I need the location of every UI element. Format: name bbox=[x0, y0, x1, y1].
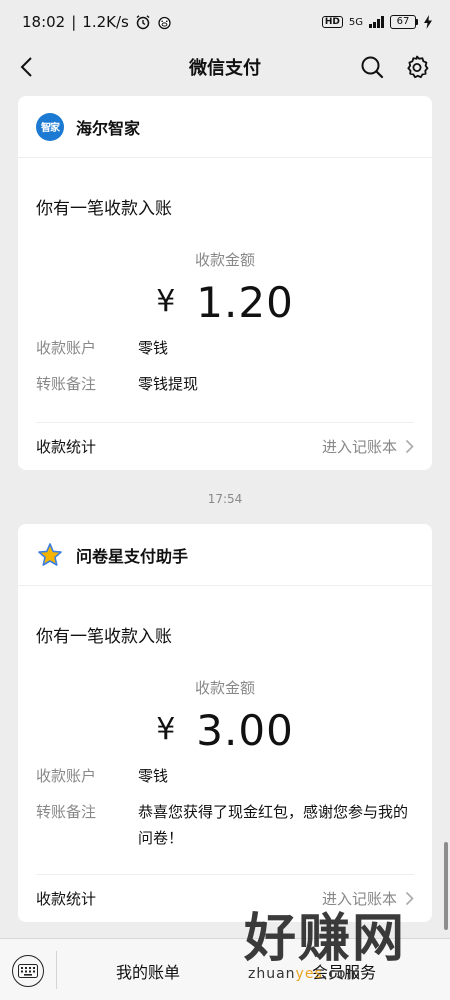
row-key: 转账备注 bbox=[36, 375, 97, 393]
notice-text: 你有一笔收款入账 bbox=[36, 199, 172, 219]
menu-my-bills[interactable]: 我的账单 bbox=[116, 959, 180, 983]
payment-card-2[interactable]: 问卷星支付助手 你有一笔收款入账 收款金额 ¥3.00 收款账户 零钱 转账备注… bbox=[18, 524, 432, 922]
amount-number: 1.20 bbox=[196, 278, 294, 327]
pig-icon bbox=[158, 16, 171, 29]
stats-label: 收款统计 bbox=[36, 890, 97, 908]
currency-symbol: ¥ bbox=[156, 712, 177, 747]
message-timestamp: 17:54 bbox=[207, 492, 243, 506]
chevron-right-icon bbox=[405, 891, 414, 906]
status-left: 18:02 | 1.2K/s bbox=[22, 13, 172, 31]
row-key: 收款账户 bbox=[36, 339, 97, 357]
row-value: 零钱提现 bbox=[138, 375, 199, 393]
status-bar: 18:02 | 1.2K/s HD 5G 67 bbox=[0, 0, 450, 44]
keyboard-button[interactable] bbox=[12, 955, 44, 987]
status-right: HD 5G 67 bbox=[321, 15, 432, 29]
search-icon bbox=[361, 56, 384, 79]
charging-icon bbox=[424, 15, 432, 29]
row-key: 收款账户 bbox=[36, 767, 97, 785]
row-value: 零钱 bbox=[138, 767, 169, 785]
network-type: 5G bbox=[348, 16, 363, 28]
status-time: 18:02 bbox=[22, 13, 66, 31]
detail-row: 转账备注 零钱提现 bbox=[36, 371, 414, 397]
haier-logo-icon: 智家 bbox=[36, 112, 64, 141]
app-name: 海尔智家 bbox=[76, 118, 141, 138]
scrollbar[interactable] bbox=[444, 842, 448, 930]
status-divider: | bbox=[71, 13, 77, 31]
amount-label: 收款金额 bbox=[194, 679, 255, 697]
app-name: 问卷星支付助手 bbox=[76, 546, 189, 566]
payment-card-1[interactable]: 智家 海尔智家 你有一笔收款入账 收款金额 ¥1.20 收款账户 零钱 转账备注… bbox=[18, 96, 432, 470]
keyboard-icon bbox=[18, 964, 38, 978]
row-value: 零钱 bbox=[138, 339, 169, 357]
search-button[interactable] bbox=[356, 51, 388, 83]
status-net-speed: 1.2K/s bbox=[82, 13, 129, 31]
ledger-link-label: 进入记账本 bbox=[321, 890, 397, 908]
chevron-left-icon bbox=[20, 57, 32, 77]
detail-row: 转账备注 恭喜您获得了现金红包，感谢您参与我的问卷！ bbox=[36, 799, 414, 851]
currency-symbol: ¥ bbox=[156, 284, 177, 319]
nav-bar: 微信支付 bbox=[0, 44, 450, 90]
battery-level: 67 bbox=[390, 15, 416, 29]
card-footer[interactable]: 收款统计 进入记账本 bbox=[36, 422, 414, 470]
battery-icon: 67 bbox=[390, 15, 418, 29]
card-footer[interactable]: 收款统计 进入记账本 bbox=[36, 874, 414, 922]
amount-label: 收款金额 bbox=[194, 251, 255, 269]
card-body: 你有一笔收款入账 收款金额 ¥1.20 收款账户 零钱 转账备注 零钱提现 bbox=[18, 194, 432, 397]
hd-badge: HD bbox=[321, 16, 343, 28]
row-value: 恭喜您获得了现金红包，感谢您参与我的问卷！ bbox=[138, 803, 409, 847]
card-header: 问卷星支付助手 bbox=[18, 524, 432, 586]
amount-number: 3.00 bbox=[196, 706, 294, 755]
ledger-link-label: 进入记账本 bbox=[321, 438, 397, 456]
amount-value: ¥1.20 bbox=[36, 278, 414, 327]
menu-divider bbox=[56, 951, 57, 989]
alarm-icon bbox=[136, 15, 150, 30]
chevron-right-icon bbox=[405, 439, 414, 454]
detail-row: 收款账户 零钱 bbox=[36, 763, 414, 789]
star-logo-icon bbox=[36, 541, 64, 569]
card-body: 你有一笔收款入账 收款金额 ¥3.00 收款账户 零钱 转账备注 恭喜您获得了现… bbox=[18, 622, 432, 851]
page-title: 微信支付 bbox=[189, 58, 261, 79]
stats-label: 收款统计 bbox=[36, 438, 97, 456]
gear-icon bbox=[407, 55, 429, 79]
bottom-menu-bar: 我的账单 会员服务 bbox=[0, 938, 450, 1000]
signal-icon bbox=[369, 16, 384, 28]
card-header: 智家 海尔智家 bbox=[18, 96, 432, 158]
settings-button[interactable] bbox=[401, 51, 433, 83]
row-key: 转账备注 bbox=[36, 803, 97, 821]
amount-value: ¥3.00 bbox=[36, 706, 414, 755]
back-button[interactable] bbox=[12, 52, 42, 82]
detail-row: 收款账户 零钱 bbox=[36, 335, 414, 361]
menu-member-service[interactable]: 会员服务 bbox=[312, 959, 376, 983]
ledger-link[interactable]: 进入记账本 bbox=[322, 888, 414, 909]
notice-text: 你有一笔收款入账 bbox=[36, 627, 172, 647]
ledger-link[interactable]: 进入记账本 bbox=[322, 436, 414, 457]
